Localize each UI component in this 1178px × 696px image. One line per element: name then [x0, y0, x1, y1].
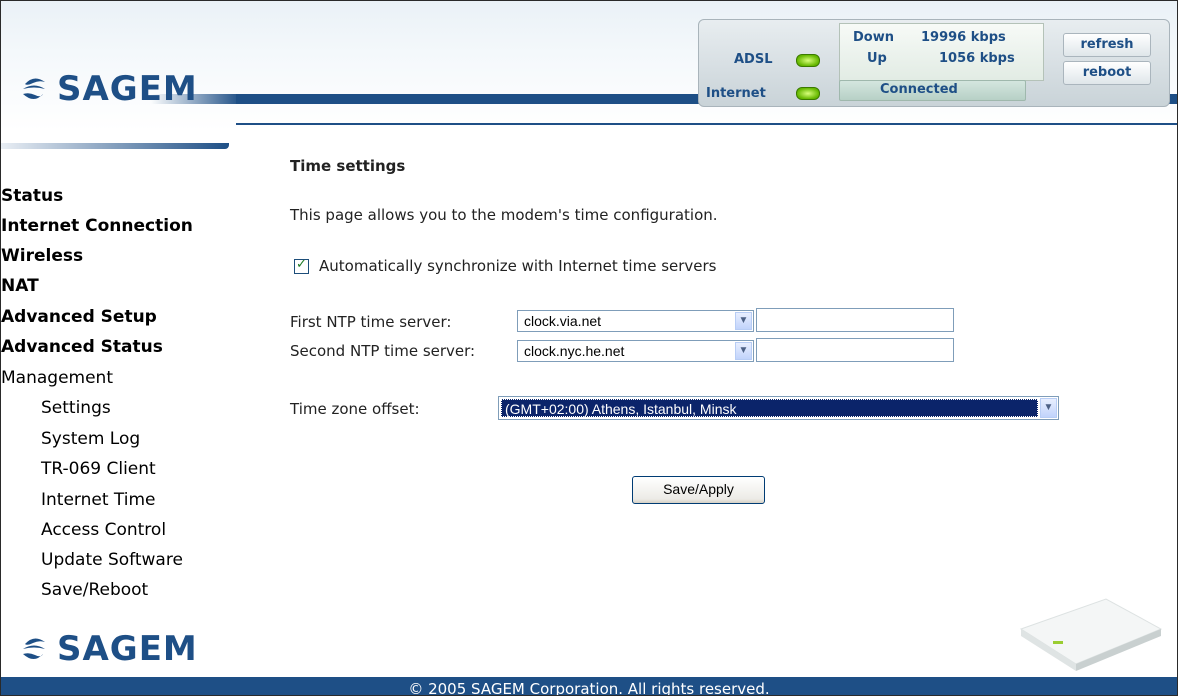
ntp2-select[interactable]: clock.nyc.he.net ▼: [517, 340, 754, 362]
check-icon: ✓: [296, 256, 307, 272]
save-apply-button[interactable]: Save/Apply: [632, 476, 765, 504]
ntp1-select[interactable]: clock.via.net ▼: [517, 310, 754, 332]
header-divider: [236, 123, 1177, 125]
down-label: Down: [853, 30, 894, 45]
chevron-down-icon[interactable]: ▼: [735, 312, 752, 330]
sidebar-item-nat[interactable]: NAT: [1, 276, 39, 296]
sagem-swirl-icon: [23, 638, 45, 659]
connection-status: Connected: [880, 82, 958, 97]
header-bar-fade: [151, 94, 241, 104]
sidebar-item-update-software[interactable]: Update Software: [41, 550, 183, 570]
sidebar-top-accent: [1, 143, 229, 149]
chevron-down-icon[interactable]: ▼: [1040, 398, 1057, 418]
ntp1-label: First NTP time server:: [290, 313, 452, 331]
auto-sync-label: Automatically synchronize with Internet …: [319, 257, 717, 275]
sidebar-item-access-control[interactable]: Access Control: [41, 520, 166, 540]
sidebar-item-tr069-client[interactable]: TR-069 Client: [41, 459, 156, 479]
sidebar-item-advanced-status[interactable]: Advanced Status: [1, 337, 163, 357]
sidebar-item-system-log[interactable]: System Log: [41, 429, 140, 449]
sagem-swirl-icon: [23, 78, 45, 99]
copyright-text: © 2005 SAGEM Corporation. All rights res…: [408, 680, 770, 696]
adsl-label: ADSL: [734, 52, 773, 67]
up-label: Up: [867, 51, 887, 66]
sidebar-item-internet-time[interactable]: Internet Time: [41, 490, 156, 510]
ntp2-other-input[interactable]: [756, 338, 954, 362]
sidebar-item-settings[interactable]: Settings: [41, 398, 111, 418]
sidebar-item-wireless[interactable]: Wireless: [1, 246, 83, 266]
page-title: Time settings: [290, 157, 406, 175]
down-speed: 19996 kbps: [921, 30, 1006, 45]
sidebar-item-management[interactable]: Management: [1, 368, 113, 388]
sidebar-item-save-reboot[interactable]: Save/Reboot: [41, 580, 148, 600]
ntp2-label: Second NTP time server:: [290, 342, 476, 360]
connection-status-box: Connected: [839, 80, 1026, 101]
ntp1-selected-value: clock.via.net: [524, 313, 602, 329]
sidebar-item-status[interactable]: Status: [1, 186, 63, 206]
ntp2-selected-value: clock.nyc.he.net: [524, 343, 625, 359]
timezone-select[interactable]: (GMT+02:00) Athens, Istanbul, Minsk ▼: [498, 396, 1059, 420]
internet-label: Internet: [706, 86, 766, 101]
page-frame: SAGEM ADSL Internet Down 19996 kbps Up 1…: [0, 0, 1178, 696]
timezone-selected-value: (GMT+02:00) Athens, Istanbul, Minsk: [501, 399, 1038, 417]
modem-illustration: [1019, 598, 1163, 671]
chevron-down-icon[interactable]: ▼: [735, 342, 752, 360]
ntp1-other-input[interactable]: [756, 308, 954, 332]
footer: © 2005 SAGEM Corporation. All rights res…: [1, 677, 1177, 696]
sagem-logo-bottom: SAGEM: [19, 629, 198, 669]
sidebar-item-internet-connection[interactable]: Internet Connection: [1, 216, 193, 236]
auto-sync-row: ✓ Automatically synchronize with Interne…: [294, 257, 717, 275]
sidebar-item-advanced-setup[interactable]: Advanced Setup: [1, 307, 157, 327]
timezone-label: Time zone offset:: [290, 400, 420, 418]
up-speed: 1056 kbps: [939, 51, 1015, 66]
adsl-led-icon: [796, 54, 820, 67]
reboot-button[interactable]: reboot: [1063, 61, 1151, 85]
page-description: This page allows you to the modem's time…: [290, 206, 718, 224]
auto-sync-checkbox[interactable]: ✓: [294, 256, 309, 274]
refresh-button[interactable]: refresh: [1063, 33, 1151, 57]
brand-name-bottom: SAGEM: [57, 629, 198, 669]
internet-led-icon: [796, 87, 820, 100]
